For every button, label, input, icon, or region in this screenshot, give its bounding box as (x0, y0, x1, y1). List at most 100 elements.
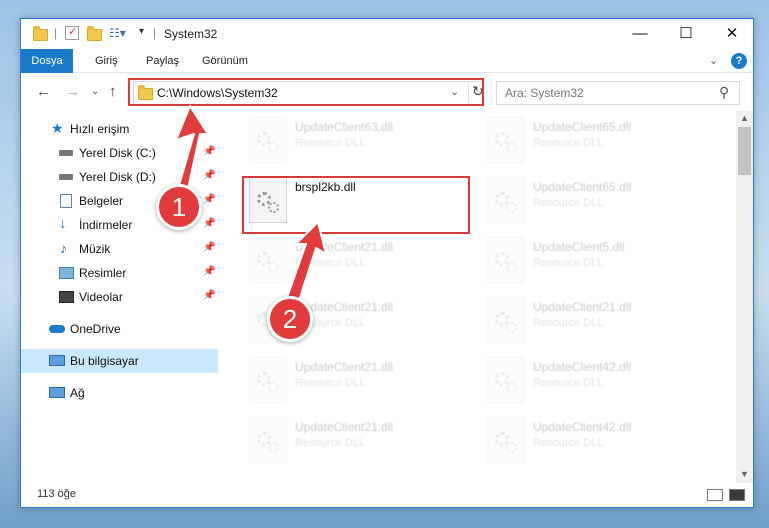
dll-file-icon (487, 357, 525, 403)
drive-icon (59, 174, 73, 180)
search-input[interactable] (505, 85, 705, 101)
sidebar-item-label: OneDrive (70, 322, 121, 336)
file-name: UpdateClient21.dll (295, 420, 394, 434)
search-icon[interactable]: ⚲ (719, 84, 729, 101)
details-view-icon[interactable] (707, 489, 723, 501)
ribbon-expand-icon[interactable]: ⌄ (709, 54, 718, 67)
file-item[interactable]: UpdateClient42.dll Resource DLL (481, 355, 711, 409)
recent-locations-icon[interactable]: ⌄ (91, 86, 99, 97)
pin-icon[interactable]: 📌 (203, 218, 215, 229)
file-name: UpdateClient65.dll (533, 120, 632, 134)
pin-icon[interactable]: 📌 (203, 266, 215, 277)
up-arrow-icon[interactable]: ↑ (109, 83, 117, 100)
search-box[interactable]: ⚲ (496, 81, 740, 105)
forward-arrow-icon[interactable]: → (65, 83, 80, 100)
step-2-badge: 2 (267, 296, 313, 342)
pin-icon[interactable]: 📌 (203, 242, 215, 253)
file-name: UpdateClient65.dll (533, 180, 632, 194)
download-icon: ↓ (59, 215, 67, 232)
dll-file-icon (487, 237, 525, 283)
separator: | (153, 26, 157, 40)
folder-icon (33, 26, 48, 41)
pin-icon[interactable]: 📌 (203, 146, 215, 157)
file-type: Resource DLL (295, 137, 366, 149)
file-item[interactable]: UpdateClient21.dll Resource DLL (243, 235, 473, 289)
large-icons-view-icon[interactable] (729, 489, 745, 501)
scroll-down-icon[interactable]: ▼ (740, 469, 749, 479)
file-type: Resource DLL (295, 437, 366, 449)
sidebar-item-quick-access[interactable]: ★ Hızlı erişim (21, 117, 218, 141)
separator: | (54, 26, 58, 40)
file-item[interactable]: UpdateClient21.dll Resource DLL (243, 415, 473, 469)
scrollbar-thumb[interactable] (738, 127, 751, 175)
file-type: Resource DLL (533, 197, 604, 209)
sidebar-item-label: Bu bilgisayar (70, 354, 139, 368)
sidebar-item-music[interactable]: ♪ Müzik 📌 (21, 237, 218, 261)
maximize-button[interactable]: ☐ (663, 19, 709, 49)
cloud-icon (49, 325, 65, 333)
pin-icon[interactable]: 📌 (203, 290, 215, 301)
dll-file-icon (249, 117, 287, 163)
pin-icon[interactable]: 📌 (203, 170, 215, 181)
sidebar-item-label: Videolar (79, 290, 123, 304)
view-options-icon[interactable]: ☷▾ (109, 26, 126, 42)
sidebar-item-pictures[interactable]: Resimler 📌 (21, 261, 218, 285)
dll-file-icon (487, 297, 525, 343)
tab-file[interactable]: Dosya (21, 49, 73, 73)
file-item[interactable]: UpdateClient5.dll Resource DLL (481, 235, 711, 289)
file-type: Resource DLL (295, 257, 366, 269)
close-button[interactable]: ✕ (709, 19, 755, 49)
file-item[interactable]: UpdateClient65.dll Resource DLL (481, 115, 711, 169)
file-item[interactable]: UpdateClient21.dll Resource DLL (481, 295, 711, 349)
dll-file-icon (487, 177, 525, 223)
file-type: Resource DLL (533, 317, 604, 329)
sidebar-item-this-pc[interactable]: Bu bilgisayar (21, 349, 218, 373)
scroll-up-icon[interactable]: ▲ (740, 113, 749, 123)
title-bar: | ✓ ☷▾ ▾ | System32 — ☐ ✕ (21, 19, 753, 49)
file-type: Resource DLL (533, 437, 604, 449)
tab-share[interactable]: Paylaş (138, 49, 187, 73)
sidebar-item-disk-c[interactable]: Yerel Disk (C:) 📌 (21, 141, 218, 165)
sidebar-item-label: Ağ (70, 386, 85, 400)
file-item[interactable]: UpdateClient65.dll Resource DLL (481, 175, 711, 229)
step-1-badge: 1 (156, 184, 202, 230)
ribbon-tabs: Dosya Giriş Paylaş Görünüm ⌄ ? (21, 49, 753, 73)
dll-file-icon (249, 417, 287, 463)
videos-icon (59, 291, 74, 303)
pin-icon[interactable]: 📌 (203, 194, 215, 205)
file-name: UpdateClient63.dll (295, 120, 394, 134)
file-name: UpdateClient21.dll (295, 360, 394, 374)
documents-icon (60, 194, 72, 208)
file-item[interactable]: UpdateClient63.dll Resource DLL (243, 115, 473, 169)
sidebar-item-label: Yerel Disk (D:) (79, 170, 156, 184)
sidebar-item-network[interactable]: Ağ (21, 381, 218, 405)
navigation-pane: ★ Hızlı erişim Yerel Disk (C:) 📌 Yerel D… (21, 115, 218, 475)
file-item[interactable]: UpdateClient21.dll Resource DLL (243, 355, 473, 409)
customize-toolbar-icon[interactable]: ▾ (139, 26, 144, 42)
computer-icon (49, 355, 65, 366)
tab-view[interactable]: Görünüm (194, 49, 256, 73)
help-icon[interactable]: ? (731, 53, 747, 69)
sidebar-item-onedrive[interactable]: OneDrive (21, 317, 218, 341)
new-folder-icon[interactable] (87, 26, 102, 41)
minimize-button[interactable]: — (617, 19, 663, 49)
dll-file-icon (487, 117, 525, 163)
file-type: Resource DLL (295, 377, 366, 389)
sidebar-item-videos[interactable]: Videolar 📌 (21, 285, 218, 309)
sidebar-item-label: Hızlı erişim (70, 122, 130, 136)
window-title: System32 (164, 27, 218, 41)
file-type: Resource DLL (533, 137, 604, 149)
dll-file-icon (249, 237, 287, 283)
sidebar-item-label: Belgeler (79, 194, 124, 208)
vertical-scrollbar[interactable]: ▲ ▼ (736, 111, 753, 483)
file-name: UpdateClient42.dll (533, 360, 632, 374)
file-highlight (242, 176, 470, 234)
sidebar-item-label: Yerel Disk (C:) (79, 146, 156, 160)
file-item[interactable]: UpdateClient42.dll Resource DLL (481, 415, 711, 469)
back-arrow-icon[interactable]: ← (36, 83, 51, 100)
sidebar-item-label: İndirmeler (79, 218, 133, 232)
tab-home[interactable]: Giriş (87, 49, 126, 73)
properties-icon[interactable]: ✓ (65, 26, 79, 40)
file-name: UpdateClient21.dll (533, 300, 632, 314)
dll-file-icon (249, 357, 287, 403)
